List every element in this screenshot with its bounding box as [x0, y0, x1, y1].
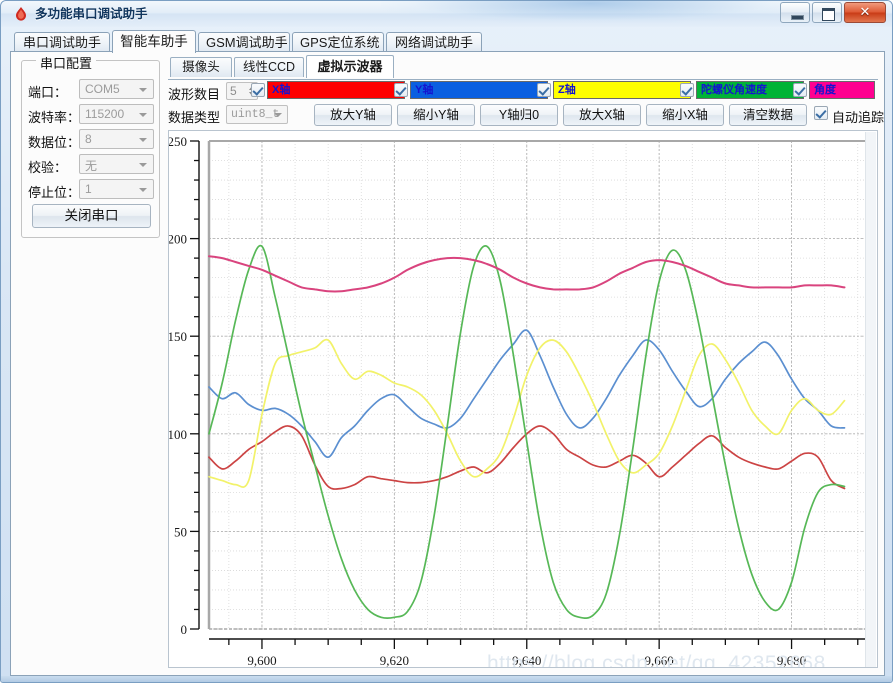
series-checkbox-2[interactable]	[537, 83, 551, 97]
toolbar-button-2[interactable]: Y轴归0	[480, 104, 558, 126]
serial-field-row-4: 停止位： 1	[22, 179, 161, 203]
main-tab-1[interactable]: 智能车助手	[112, 30, 196, 53]
chart-canvas: 0 50 100 150 200 250 9,600 9,620 9,640 9,660 9,680	[169, 134, 871, 667]
y-tick-label: 150	[169, 329, 187, 344]
sub-tab-underline	[168, 79, 878, 80]
sub-tab-2[interactable]: 虚拟示波器	[306, 55, 394, 78]
serial-field-row-1: 波特率： 115200	[22, 104, 161, 128]
x-tick-label: 9,640	[512, 653, 541, 667]
series-label-1[interactable]: Y轴	[410, 81, 548, 99]
serial-field-value-2: 8	[85, 132, 92, 146]
x-tick-label: 9,680	[777, 653, 806, 667]
maximize-icon	[822, 8, 835, 21]
auto-track-label: 自动追踪	[832, 110, 885, 125]
toolbar-button-3[interactable]: 放大X轴	[563, 104, 641, 126]
chevron-down-icon	[139, 163, 147, 167]
serial-field-value-0: COM5	[85, 82, 120, 96]
minimize-button[interactable]	[780, 2, 810, 23]
serial-config-group: 串口配置 端口： COM5 波特率： 115200 数据位： 8 校验： 无停止位： 1 关闭串…	[21, 53, 161, 238]
serial-field-select-2[interactable]: 8	[79, 129, 154, 149]
y-tick-label: 250	[169, 134, 187, 149]
main-tab-0[interactable]: 串口调试助手	[14, 32, 110, 52]
tab-page-smartcar: 串口配置 端口： COM5 波特率： 115200 数据位： 8 校验： 无停止位： 1 关闭串…	[10, 52, 885, 676]
serial-config-title: 串口配置	[36, 53, 97, 72]
main-tab-2[interactable]: GSM调试助手	[198, 32, 290, 52]
oscilloscope-panel: 摄像头 线性CCD 虚拟示波器 波形数目 5 X轴 Y轴 Z轴 陀螺仪角速度 角度 数据类型	[166, 55, 884, 671]
sub-tab-0[interactable]: 摄像头	[170, 57, 232, 77]
serial-field-row-3: 校验： 无	[22, 154, 161, 178]
data-type-select[interactable]: uint8_t	[226, 105, 288, 124]
serial-field-row-0: 端口： COM5	[22, 79, 161, 103]
waveform-count-label: 波形数目	[168, 87, 221, 102]
oscilloscope-toolbar: 数据类型 uint8_t 放大Y轴 缩小Y轴 Y轴归0 放大X轴 缩小X轴 清空数据 自动…	[168, 104, 884, 128]
series-label-2[interactable]: Z轴	[553, 81, 691, 99]
serial-field-row-2: 数据位： 8	[22, 129, 161, 153]
toolbar-button-1[interactable]: 缩小Y轴	[397, 104, 475, 126]
series-checkbox-0[interactable]	[251, 83, 265, 97]
series-checkbox-3[interactable]	[680, 83, 694, 97]
auto-track-checkbox[interactable]	[814, 106, 828, 120]
serial-field-select-0[interactable]: COM5	[79, 79, 154, 99]
serial-field-label-1: 波特率：	[28, 110, 81, 125]
serial-field-label-4: 停止位：	[28, 185, 81, 200]
serial-field-label-2: 数据位：	[28, 135, 81, 150]
client-area: 串口调试助手 智能车助手 GSM调试助手 GPS定位系统 网络调试助手 串口配置 端口：…	[5, 27, 890, 679]
serial-field-value-4: 1	[85, 182, 92, 196]
y-axis: 0 50 100 150 200 250	[169, 134, 200, 637]
y-tick-label: 100	[169, 427, 187, 442]
chevron-down-icon	[139, 188, 147, 192]
minimize-icon	[791, 15, 804, 20]
serial-field-select-3[interactable]: 无	[79, 154, 154, 174]
series-checkbox-4[interactable]	[793, 83, 807, 97]
application-window: 多功能串口调试助手 ✕ 串口调试助手 智能车助手 GSM调试助手 GPS定位系统 网络调…	[0, 0, 893, 683]
x-tick-label: 9,660	[645, 653, 674, 667]
x-tick-label: 9,600	[247, 653, 276, 667]
toolbar-button-4[interactable]: 缩小X轴	[646, 104, 724, 126]
sub-tab-bar: 摄像头 线性CCD 虚拟示波器	[168, 55, 878, 78]
main-tab-bar: 串口调试助手 智能车助手 GSM调试助手 GPS定位系统 网络调试助手	[10, 30, 885, 53]
series-label-0[interactable]: X轴	[267, 81, 405, 99]
chevron-down-icon	[274, 113, 282, 117]
serial-field-select-1[interactable]: 115200	[79, 104, 154, 124]
y-tick-label: 50	[174, 524, 187, 539]
status-bar	[1, 676, 892, 682]
series-label-3[interactable]: 陀螺仪角速度	[696, 81, 804, 99]
chevron-down-icon	[139, 113, 147, 117]
serial-field-label-3: 校验：	[28, 160, 68, 175]
chevron-down-icon	[139, 88, 147, 92]
waveform-count-value: 5	[230, 84, 237, 98]
main-tab-4[interactable]: 网络调试助手	[386, 32, 482, 52]
close-button[interactable]: ✕	[844, 2, 886, 23]
y-tick-label: 200	[169, 232, 187, 247]
chevron-down-icon	[139, 138, 147, 142]
data-type-label: 数据类型	[168, 110, 221, 125]
title-glow	[381, 1, 801, 23]
serial-field-select-4[interactable]: 1	[79, 179, 154, 199]
main-tab-3[interactable]: GPS定位系统	[292, 32, 384, 52]
close-icon: ✕	[859, 4, 871, 19]
sub-tab-1[interactable]: 线性CCD	[234, 57, 304, 77]
window-title: 多功能串口调试助手	[35, 7, 148, 21]
series-label-4[interactable]: 角度	[809, 81, 875, 99]
series-checkbox-1[interactable]	[394, 83, 408, 97]
y-tick-label: 0	[181, 622, 188, 637]
chart-vertical-scrollbar[interactable]	[865, 132, 876, 667]
x-axis: 9,600 9,620 9,640 9,660 9,680	[209, 638, 871, 667]
title-bar: 多功能串口调试助手 ✕	[1, 1, 892, 27]
data-type-value: uint8_t	[231, 108, 280, 121]
serial-field-value-3: 无	[85, 159, 98, 173]
plot-background	[209, 141, 871, 629]
serial-field-label-0: 端口：	[28, 85, 68, 100]
close-port-button[interactable]: 关闭串口	[32, 204, 151, 228]
x-tick-label: 9,620	[380, 653, 409, 667]
flame-icon	[16, 7, 26, 21]
oscilloscope-chart[interactable]: 0 50 100 150 200 250 9,600 9,620 9,640 9,660 9,680…	[168, 130, 878, 668]
toolbar-button-0[interactable]: 放大Y轴	[314, 104, 392, 126]
toolbar-button-5[interactable]: 清空数据	[729, 104, 807, 126]
maximize-button[interactable]	[812, 2, 842, 23]
waveform-series-row: 波形数目 5 X轴 Y轴 Z轴 陀螺仪角速度 角度	[168, 81, 880, 103]
serial-field-value-1: 115200	[85, 107, 125, 121]
